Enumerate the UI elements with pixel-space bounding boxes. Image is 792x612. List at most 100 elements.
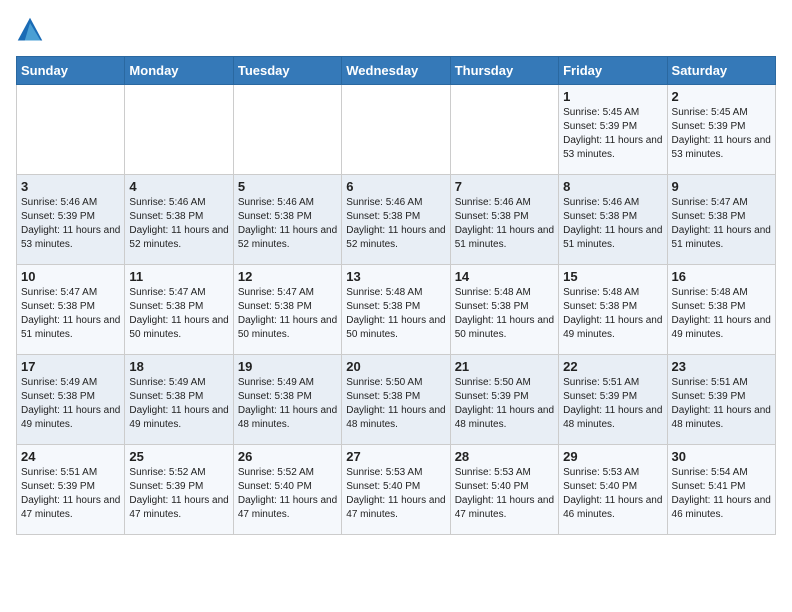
calendar-cell: 20 Sunrise: 5:50 AMSunset: 5:38 PMDayligh… (342, 355, 450, 445)
calendar-cell: 24 Sunrise: 5:51 AMSunset: 5:39 PMDayligh… (17, 445, 125, 535)
day-info: Sunrise: 5:53 AMSunset: 5:40 PMDaylight:… (563, 466, 662, 522)
day-number: 21 (455, 359, 554, 374)
day-number: 27 (346, 449, 445, 464)
calendar-cell: 16 Sunrise: 5:48 AMSunset: 5:38 PMDayligh… (667, 265, 775, 355)
day-number: 5 (238, 179, 337, 194)
day-info: Sunrise: 5:54 AMSunset: 5:41 PMDaylight:… (672, 466, 771, 522)
weekday-header: Wednesday (342, 57, 450, 85)
calendar-week-row: 1 Sunrise: 5:45 AMSunset: 5:39 PMDaylight… (17, 85, 776, 175)
calendar-cell: 9 Sunrise: 5:47 AMSunset: 5:38 PMDaylight… (667, 175, 775, 265)
calendar-week-row: 24 Sunrise: 5:51 AMSunset: 5:39 PMDayligh… (17, 445, 776, 535)
day-number: 12 (238, 269, 337, 284)
day-number: 2 (672, 89, 771, 104)
calendar-cell: 28 Sunrise: 5:53 AMSunset: 5:40 PMDayligh… (450, 445, 558, 535)
weekday-header: Saturday (667, 57, 775, 85)
calendar-cell (125, 85, 233, 175)
day-number: 7 (455, 179, 554, 194)
calendar-cell: 22 Sunrise: 5:51 AMSunset: 5:39 PMDayligh… (559, 355, 667, 445)
day-info: Sunrise: 5:51 AMSunset: 5:39 PMDaylight:… (21, 466, 120, 522)
day-info: Sunrise: 5:46 AMSunset: 5:38 PMDaylight:… (238, 196, 337, 252)
day-number: 28 (455, 449, 554, 464)
weekday-header: Sunday (17, 57, 125, 85)
day-info: Sunrise: 5:48 AMSunset: 5:38 PMDaylight:… (455, 286, 554, 342)
calendar-cell: 30Sunrise: 5:54 AMSunset: 5:41 PMDayligh… (667, 445, 775, 535)
calendar-cell: 4 Sunrise: 5:46 AMSunset: 5:38 PMDaylight… (125, 175, 233, 265)
calendar-cell: 25 Sunrise: 5:52 AMSunset: 5:39 PMDayligh… (125, 445, 233, 535)
calendar-cell: 17 Sunrise: 5:49 AMSunset: 5:38 PMDayligh… (17, 355, 125, 445)
calendar-cell (450, 85, 558, 175)
day-number: 4 (129, 179, 228, 194)
calendar-cell (17, 85, 125, 175)
day-info: Sunrise: 5:49 AMSunset: 5:38 PMDaylight:… (129, 376, 228, 432)
day-info: Sunrise: 5:48 AMSunset: 5:38 PMDaylight:… (672, 286, 771, 342)
day-number: 10 (21, 269, 120, 284)
day-info: Sunrise: 5:51 AMSunset: 5:39 PMDaylight:… (563, 376, 662, 432)
calendar-cell: 29Sunrise: 5:53 AMSunset: 5:40 PMDayligh… (559, 445, 667, 535)
day-number: 1 (563, 89, 662, 104)
day-info: Sunrise: 5:46 AMSunset: 5:38 PMDaylight:… (455, 196, 554, 252)
weekday-header: Thursday (450, 57, 558, 85)
calendar-cell: 3 Sunrise: 5:46 AMSunset: 5:39 PMDaylight… (17, 175, 125, 265)
calendar-cell: 1 Sunrise: 5:45 AMSunset: 5:39 PMDaylight… (559, 85, 667, 175)
calendar-cell: 12 Sunrise: 5:47 AMSunset: 5:38 PMDayligh… (233, 265, 341, 355)
day-info: Sunrise: 5:48 AMSunset: 5:38 PMDaylight:… (346, 286, 445, 342)
day-number: 18 (129, 359, 228, 374)
calendar-cell: 7 Sunrise: 5:46 AMSunset: 5:38 PMDaylight… (450, 175, 558, 265)
day-number: 24 (21, 449, 120, 464)
calendar-cell: 11Sunrise: 5:47 AMSunset: 5:38 PMDayligh… (125, 265, 233, 355)
day-info: Sunrise: 5:53 AMSunset: 5:40 PMDaylight:… (455, 466, 554, 522)
day-info: Sunrise: 5:49 AMSunset: 5:38 PMDaylight:… (238, 376, 337, 432)
calendar-cell: 5 Sunrise: 5:46 AMSunset: 5:38 PMDaylight… (233, 175, 341, 265)
day-info: Sunrise: 5:46 AMSunset: 5:38 PMDaylight:… (346, 196, 445, 252)
calendar-cell: 27 Sunrise: 5:53 AMSunset: 5:40 PMDayligh… (342, 445, 450, 535)
weekday-header: Monday (125, 57, 233, 85)
day-number: 20 (346, 359, 445, 374)
calendar-cell: 8 Sunrise: 5:46 AMSunset: 5:38 PMDaylight… (559, 175, 667, 265)
calendar-cell: 18 Sunrise: 5:49 AMSunset: 5:38 PMDayligh… (125, 355, 233, 445)
day-info: Sunrise: 5:47 AMSunset: 5:38 PMDaylight:… (21, 286, 120, 342)
calendar-cell: 6 Sunrise: 5:46 AMSunset: 5:38 PMDaylight… (342, 175, 450, 265)
page-header (16, 16, 776, 44)
day-info: Sunrise: 5:53 AMSunset: 5:40 PMDaylight:… (346, 466, 445, 522)
day-number: 14 (455, 269, 554, 284)
day-info: Sunrise: 5:49 AMSunset: 5:38 PMDaylight:… (21, 376, 120, 432)
day-info: Sunrise: 5:52 AMSunset: 5:39 PMDaylight:… (129, 466, 228, 522)
calendar-week-row: 17 Sunrise: 5:49 AMSunset: 5:38 PMDayligh… (17, 355, 776, 445)
weekday-header-row: SundayMondayTuesdayWednesdayThursdayFrid… (17, 57, 776, 85)
day-number: 13 (346, 269, 445, 284)
day-info: Sunrise: 5:50 AMSunset: 5:39 PMDaylight:… (455, 376, 554, 432)
day-number: 17 (21, 359, 120, 374)
calendar-cell: 21 Sunrise: 5:50 AMSunset: 5:39 PMDayligh… (450, 355, 558, 445)
day-info: Sunrise: 5:46 AMSunset: 5:38 PMDaylight:… (129, 196, 228, 252)
calendar-table: SundayMondayTuesdayWednesdayThursdayFrid… (16, 56, 776, 535)
day-number: 15 (563, 269, 662, 284)
day-number: 6 (346, 179, 445, 194)
day-number: 11 (129, 269, 228, 284)
calendar-cell: 10 Sunrise: 5:47 AMSunset: 5:38 PMDayligh… (17, 265, 125, 355)
weekday-header: Tuesday (233, 57, 341, 85)
day-number: 22 (563, 359, 662, 374)
calendar-cell: 2Sunrise: 5:45 AMSunset: 5:39 PMDaylight… (667, 85, 775, 175)
day-info: Sunrise: 5:48 AMSunset: 5:38 PMDaylight:… (563, 286, 662, 342)
day-number: 23 (672, 359, 771, 374)
logo-icon (16, 16, 44, 44)
day-number: 8 (563, 179, 662, 194)
day-number: 3 (21, 179, 120, 194)
day-info: Sunrise: 5:46 AMSunset: 5:38 PMDaylight:… (563, 196, 662, 252)
day-info: Sunrise: 5:50 AMSunset: 5:38 PMDaylight:… (346, 376, 445, 432)
calendar-week-row: 3 Sunrise: 5:46 AMSunset: 5:39 PMDaylight… (17, 175, 776, 265)
calendar-cell: 19Sunrise: 5:49 AMSunset: 5:38 PMDayligh… (233, 355, 341, 445)
day-number: 16 (672, 269, 771, 284)
calendar-cell: 14 Sunrise: 5:48 AMSunset: 5:38 PMDayligh… (450, 265, 558, 355)
day-number: 9 (672, 179, 771, 194)
day-info: Sunrise: 5:47 AMSunset: 5:38 PMDaylight:… (238, 286, 337, 342)
calendar-cell: 13 Sunrise: 5:48 AMSunset: 5:38 PMDayligh… (342, 265, 450, 355)
day-info: Sunrise: 5:47 AMSunset: 5:38 PMDaylight:… (672, 196, 771, 252)
calendar-cell: 23Sunrise: 5:51 AMSunset: 5:39 PMDayligh… (667, 355, 775, 445)
calendar-cell (342, 85, 450, 175)
weekday-header: Friday (559, 57, 667, 85)
calendar-cell: 15 Sunrise: 5:48 AMSunset: 5:38 PMDayligh… (559, 265, 667, 355)
day-info: Sunrise: 5:46 AMSunset: 5:39 PMDaylight:… (21, 196, 120, 252)
day-info: Sunrise: 5:45 AMSunset: 5:39 PMDaylight:… (563, 106, 662, 162)
day-number: 25 (129, 449, 228, 464)
